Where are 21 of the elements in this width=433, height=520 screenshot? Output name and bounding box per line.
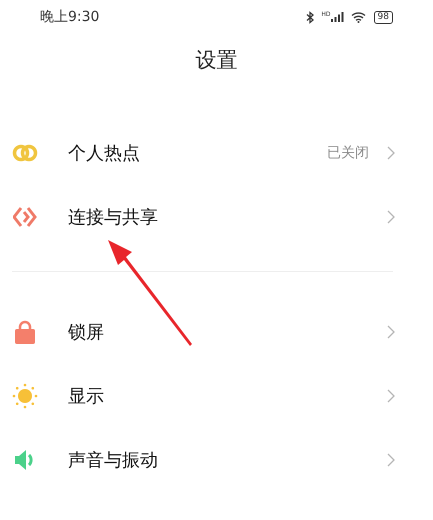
settings-row[interactable]: 锁屏 [0, 300, 433, 364]
chevron-icon [387, 453, 395, 467]
settings-row[interactable]: 个人热点 已关闭 [0, 121, 433, 185]
chevron-icon [387, 325, 395, 339]
bluetooth-icon [306, 10, 314, 24]
page-title: 设置 [196, 47, 238, 74]
sun-icon [12, 383, 38, 409]
status-time: 晚上9:30 [40, 8, 100, 26]
settings-row[interactable]: 显示 [0, 364, 433, 428]
battery-icon: 98 [374, 10, 393, 24]
chevron-icon [387, 389, 395, 403]
lock-icon [14, 320, 36, 344]
share-icon [13, 206, 37, 228]
chevron-icon [387, 210, 395, 224]
settings-row[interactable]: 连接与共享 [0, 185, 433, 249]
rings-icon [12, 144, 38, 162]
chevron-icon [387, 146, 395, 160]
wifi-icon [350, 11, 367, 23]
row-value: 已关闭 [327, 144, 369, 162]
signal-icon [330, 12, 344, 22]
settings-row[interactable]: 声音与振动 [0, 428, 433, 492]
